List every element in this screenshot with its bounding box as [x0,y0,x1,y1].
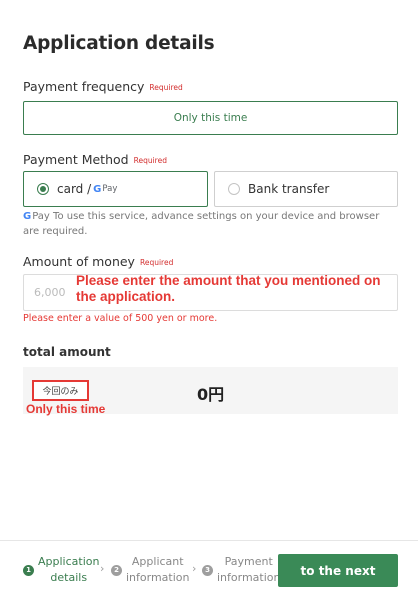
radio-checked-icon[interactable] [37,183,49,195]
footer-bar: 1 Application details › 2 Applicant info… [0,540,418,593]
required-tag: Required [139,258,174,267]
step-application-details: 1 Application details [23,554,99,586]
step-label: Payment information [217,555,281,584]
amount-input[interactable] [34,286,74,299]
only-this-time-badge-highlight: 今回のみ [32,380,89,401]
payment-method-bank-transfer-option[interactable]: Bank transfer [214,171,398,207]
google-pay-note-brand: Pay [32,211,50,222]
payment-frequency-label-text: Payment frequency [23,79,145,94]
google-g-icon: G [93,183,102,195]
step-number-badge: 1 [23,564,34,576]
step-number-badge: 3 [202,564,213,576]
chevron-right-icon: › [100,562,105,575]
google-g-icon: G [23,211,32,222]
payment-method-card-option[interactable]: card / G Pay [23,171,208,207]
step-label: Application details [38,555,100,584]
total-amount-label: total amount [23,345,111,359]
required-tag: Required [149,83,183,92]
google-pay-note-text: To use this service, advance settings on… [23,211,380,237]
payment-method-label: Payment Method Required [23,152,167,167]
bank-transfer-option-label: Bank transfer [248,182,330,196]
amount-error-message: Please enter a value of 500 yen or more. [23,313,218,324]
payment-method-label-text: Payment Method [23,152,129,167]
amount-annotation: Please enter the amount that you mention… [76,273,381,304]
required-tag: Required [133,156,167,165]
total-amount-value: 0円 [197,385,225,404]
only-this-time-badge: 今回のみ [42,387,79,397]
step-label: Applicant information [126,555,190,584]
google-pay-logo: G Pay [93,184,117,195]
google-pay-brand-text: Pay [102,184,118,194]
card-option-label: card / [57,182,92,196]
payment-frequency-label: Payment frequency Required [23,79,183,94]
payment-frequency-option-label: Only this time [173,112,248,124]
amount-of-money-label-text: Amount of money [23,254,135,269]
next-button[interactable]: to the next [278,554,398,587]
amount-of-money-label: Amount of money Required [23,254,173,269]
chevron-right-icon: › [192,562,197,575]
step-number-badge: 2 [111,564,122,576]
page-title: Application details [23,33,215,54]
step-payment-information: 3 Payment information [202,554,281,586]
badge-annotation: Only this time [26,402,106,416]
google-pay-note: GPay To use this service, advance settin… [23,209,393,239]
payment-frequency-option-only-this-time[interactable]: Only this time [23,101,398,135]
radio-unchecked-icon[interactable] [228,183,240,195]
step-applicant-information: 2 Applicant information [111,554,190,586]
